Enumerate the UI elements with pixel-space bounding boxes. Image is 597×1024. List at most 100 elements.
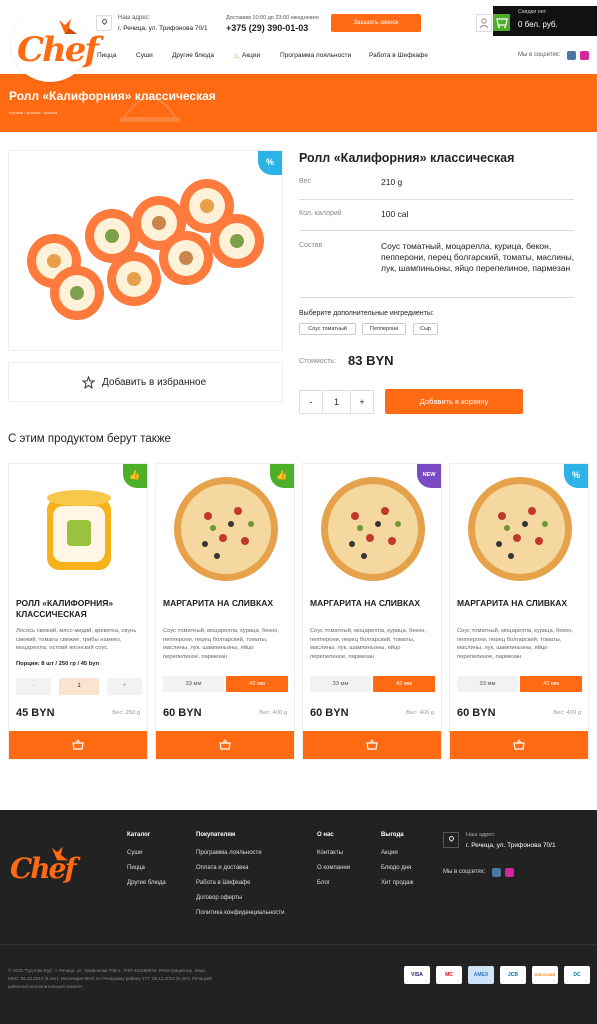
size-33-option[interactable]: 33 мм	[163, 676, 224, 692]
card-add-to-cart-button[interactable]	[450, 731, 588, 759]
footer-address-label: Наш адрес:	[466, 832, 496, 838]
footer-address: г. Речица, ул. Трифонова 70/1	[466, 842, 556, 849]
calories-label: Кол. калорий	[299, 210, 342, 217]
size-33-option[interactable]: 33 мм	[457, 676, 518, 692]
footer-link[interactable]: Пицца	[127, 865, 145, 871]
footer-social-label: Мы в соцсетях:	[443, 869, 486, 875]
basket-icon	[366, 739, 378, 750]
pizza-image	[174, 477, 278, 581]
extra-tomato-sauce-chip[interactable]: Соус томатный	[299, 323, 356, 335]
star-icon	[82, 376, 95, 389]
product-card[interactable]: 👍 МАРГАРИТА НА СЛИВКАХ Соус томатный, мо…	[155, 463, 295, 760]
weight-value: 210 g	[381, 177, 403, 187]
size-42-option[interactable]: 42 мм	[373, 676, 435, 692]
pizza-image	[321, 477, 425, 581]
address-label: Наш адрес:	[118, 15, 151, 21]
footer-link[interactable]: Хит продаж	[381, 880, 413, 886]
product-card[interactable]: 👍 РОЛЛ «КАЛИФОРНИЯ» КЛАССИЧЕСКАЯ Лосось …	[8, 463, 148, 760]
add-to-cart-button[interactable]: Добавить в корзину	[385, 389, 523, 414]
user-account-icon[interactable]	[476, 14, 492, 32]
card-qty-plus-button[interactable]: +	[106, 678, 142, 695]
footer-divider	[0, 944, 597, 945]
nav-jobs[interactable]: Работа в Шефкафе	[369, 52, 428, 59]
cart-sum: 0 бел. руб.	[518, 20, 558, 29]
nav-loyalty[interactable]: Программа лояльности	[280, 52, 351, 59]
composition-label: Состав	[299, 242, 323, 249]
basket-icon	[513, 739, 525, 750]
size-42-option[interactable]: 42 мм	[520, 676, 582, 692]
nav-promotions[interactable]: Акции	[242, 52, 260, 59]
size-33-option[interactable]: 33 мм	[310, 676, 371, 692]
instagram-icon[interactable]	[580, 51, 589, 60]
footer-link[interactable]: Оплата и доставка	[196, 865, 248, 871]
instagram-icon[interactable]	[505, 868, 514, 877]
vk-icon[interactable]	[492, 868, 501, 877]
price-label: Стоимость:	[299, 358, 336, 365]
fox-icon	[59, 19, 77, 34]
card-price: 45 BYN	[16, 707, 55, 719]
header-address: г. Речица, ул. Трифонова 70/1	[118, 25, 208, 32]
footer-link[interactable]: Другие блюда	[127, 880, 166, 886]
size-42-option[interactable]: 42 мм	[226, 676, 288, 692]
card-qty-minus-button[interactable]: -	[16, 678, 52, 695]
footer-link[interactable]: Договор оферты	[196, 895, 242, 901]
card-qty-input[interactable]: 1	[59, 678, 99, 695]
basket-icon	[219, 739, 231, 750]
footer-link[interactable]: Акции	[381, 850, 398, 856]
discover-icon: DISCOVER	[532, 966, 558, 984]
qty-minus-button[interactable]: -	[299, 390, 323, 414]
diners-club-icon: DC	[564, 966, 590, 984]
jcb-icon: JCB	[500, 966, 526, 984]
card-add-to-cart-button[interactable]	[9, 731, 147, 759]
footer-link[interactable]: Работа в Шефкафе	[196, 880, 250, 886]
call-back-button[interactable]: Заказать звонок	[331, 14, 421, 32]
cloche-watermark-icon	[120, 97, 180, 122]
footer-link[interactable]: Блог	[317, 880, 330, 886]
footer-link[interactable]: Программа лояльности	[196, 850, 262, 856]
card-description: Соус томатный, моцарелла, курица, бекон,…	[163, 628, 280, 660]
card-add-to-cart-button[interactable]	[156, 731, 294, 759]
phone-number[interactable]: +375 (29) 390-01-03	[226, 23, 308, 33]
visa-icon: VISA	[404, 966, 430, 984]
cart-discount: Скидки нет	[518, 9, 547, 15]
nav-pizza[interactable]: Пицца	[97, 52, 116, 59]
qty-input[interactable]: 1	[322, 390, 351, 414]
vk-icon[interactable]	[567, 51, 576, 60]
fire-icon: ♨	[233, 53, 240, 60]
footer-catalog-title: Каталог	[127, 832, 151, 838]
card-title[interactable]: МАРГАРИТА НА СЛИВКАХ	[163, 598, 289, 609]
fox-icon	[51, 846, 69, 861]
card-add-to-cart-button[interactable]	[303, 731, 441, 759]
extra-pepperoni-chip[interactable]: Пепперони	[362, 323, 406, 335]
card-title[interactable]: РОЛЛ «КАЛИФОРНИЯ» КЛАССИЧЕСКАЯ	[16, 598, 142, 620]
cart-widget[interactable]: Скидки нет 0 бел. руб.	[493, 6, 597, 36]
card-title[interactable]: МАРГАРИТА НА СЛИВКАХ	[310, 598, 436, 609]
card-weight: Вес: 250 g	[112, 710, 140, 716]
nav-other-dishes[interactable]: Другие блюда	[172, 52, 214, 59]
basket-icon	[72, 739, 84, 750]
divider	[299, 297, 574, 298]
footer-logo[interactable]: Chef	[10, 844, 77, 894]
footer-link[interactable]: Политика конфиденциальности	[196, 910, 285, 916]
chef-logo[interactable]: Chef	[11, 8, 99, 82]
product-card[interactable]: NEW МАРГАРИТА НА СЛИВКАХ Соус томатный, …	[302, 463, 442, 760]
divider	[299, 230, 574, 231]
qty-plus-button[interactable]: +	[350, 390, 374, 414]
product-card[interactable]: % МАРГАРИТА НА СЛИВКАХ Соус томатный, мо…	[449, 463, 589, 760]
divider	[299, 199, 574, 200]
add-to-favorites-button[interactable]: Добавить в избранное	[8, 362, 283, 402]
footer-link[interactable]: Контакты	[317, 850, 343, 856]
footer-link[interactable]: О компании	[317, 865, 350, 871]
footer-link[interactable]: Суши	[127, 850, 143, 856]
product-title: Ролл «Калифорния» классическая	[299, 151, 515, 165]
card-title[interactable]: МАРГАРИТА НА СЛИВКАХ	[457, 598, 583, 609]
card-price: 60 BYN	[457, 707, 496, 719]
card-qty-stepper: - 1 +	[16, 678, 142, 696]
nav-sushi[interactable]: Суши	[136, 52, 153, 59]
breadcrumb[interactable]: Крошка • крошка • крошка	[9, 110, 57, 115]
extra-cheese-chip[interactable]: Сыр	[413, 323, 438, 335]
footer-about-title: О нас	[317, 832, 334, 838]
footer-link[interactable]: Блюдо дня	[381, 865, 411, 871]
sushi-product-image	[47, 490, 111, 570]
card-weight: Вес: 400 g	[406, 710, 434, 716]
